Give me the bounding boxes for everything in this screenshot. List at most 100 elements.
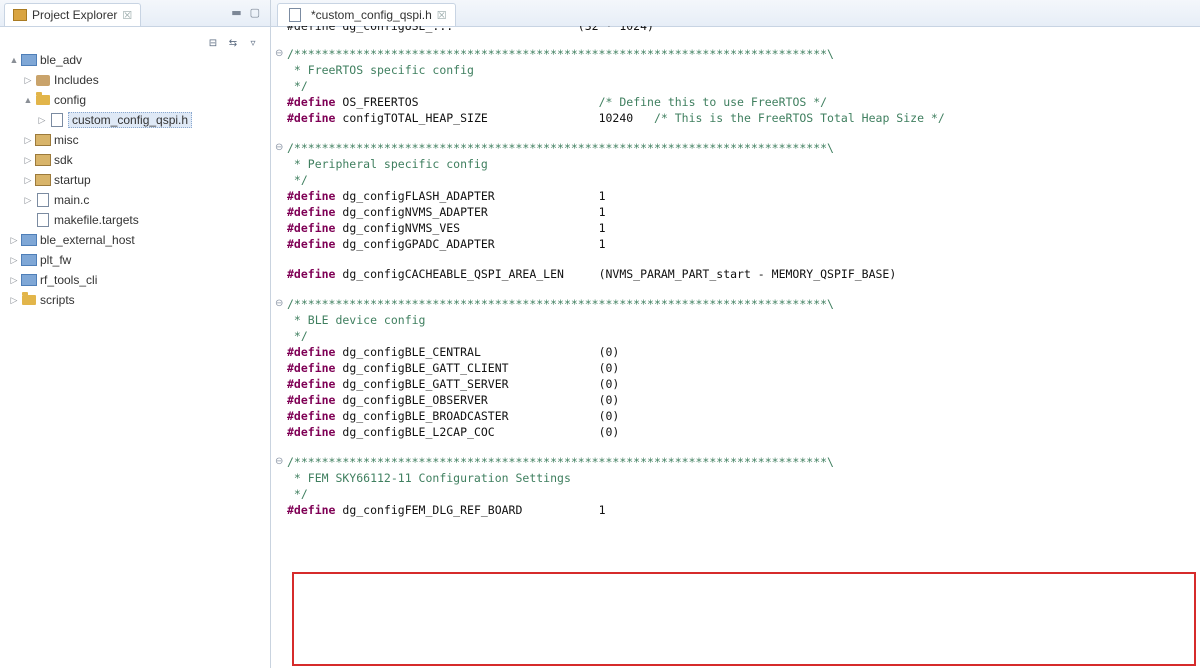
comment-token: /***************************************… [287,47,834,61]
tree-item-label: ble_adv [40,53,83,67]
code-token: dg_configBLE_L2CAP_COC (0) [335,425,620,439]
tree-item[interactable]: ▷ main.c [0,190,270,210]
fold-toggle-icon[interactable]: ⊖ [275,140,285,156]
tree-item[interactable]: ▷ plt_fw [0,250,270,270]
keyword-token: #define [287,409,336,423]
proj-icon [21,273,37,287]
code-token: dg_configNVMS_VES 1 [335,221,606,235]
tree-item-label: custom_config_qspi.h [68,112,193,128]
keyword-token: #define [287,237,336,251]
tab-label: *custom_config_qspi.h [311,8,432,22]
fold-toggle-icon[interactable]: ⊖ [275,454,285,470]
comment-token: /* Define this to use FreeRTOS */ [598,95,828,109]
code-line: #define dg_configNVMS_VES 1 [287,220,606,236]
tree-item[interactable]: ▲ ble_adv [0,50,270,70]
file-icon [49,113,65,127]
comment-token: */ [287,329,308,343]
proj-icon [21,53,37,67]
tab-project-explorer[interactable]: Project Explorer ☒ [4,3,142,26]
tree-item[interactable]: ▷ ble_external_host [0,230,270,250]
tree-item[interactable]: ▷ Includes [0,70,270,90]
code-line: #define OS_FREERTOS /* Define this to us… [287,94,827,110]
close-icon[interactable]: ☒ [437,9,447,22]
code-line: #define dg_configFEM_DLG_REF_BOARD 1 [287,502,606,518]
tree-item[interactable]: ▷ misc [0,130,270,150]
comment-token: * Peripheral specific config [287,157,488,171]
editor-tab-bar: *custom_config_qspi.h ☒ [271,0,1200,27]
code-line: #define dg_configNVMS_ADAPTER 1 [287,204,606,220]
project-explorer-panel: Project Explorer ☒ ▬ ▢ ⊟ ⇆ ▿ ▲ ble_adv ▷ In… [0,0,271,668]
tree-item[interactable]: makefile.targets [0,210,270,230]
keyword-token: #define [287,345,336,359]
expanded-twisty-icon[interactable]: ▲ [8,55,20,65]
collapsed-twisty-icon[interactable]: ▷ [8,295,20,306]
tree-item[interactable]: ▷ sdk [0,150,270,170]
keyword-token: #define [287,393,336,407]
tree-item[interactable]: ▷ custom_config_qspi.h [0,110,270,130]
tree-item[interactable]: ▷ rf_tools_cli [0,270,270,290]
code-token: configTOTAL_HEAP_SIZE 10240 [335,111,654,125]
collapse-all-icon[interactable]: ⊟ [206,36,220,50]
tree-item-label: main.c [54,193,90,207]
comment-token: * BLE device config [287,313,426,327]
close-icon[interactable]: ☒ [122,9,132,22]
comment-token: /***************************************… [287,297,834,311]
collapsed-twisty-icon[interactable]: ▷ [8,255,20,266]
tree-item-label: config [54,93,87,107]
code-token: #define dg_configUSE_... (32 * 1024) [287,26,654,33]
comment-token: * FEM SKY66112-11 Configuration Settings [287,471,571,485]
code-line: /***************************************… [287,46,834,62]
code-line: /***************************************… [287,140,834,156]
expanded-twisty-icon[interactable]: ▲ [22,95,34,105]
code-token: dg_configCACHEABLE_QSPI_AREA_LEN (NVMS_P… [335,267,897,281]
code-line: #define dg_configBLE_L2CAP_COC (0) [287,424,619,440]
tree-item-label: ble_external_host [40,233,135,247]
link-with-editor-icon[interactable]: ⇆ [226,36,240,50]
collapsed-twisty-icon[interactable]: ▷ [8,235,20,246]
maximize-icon[interactable]: ▢ [250,6,260,19]
tree-item[interactable]: ▷ startup [0,170,270,190]
collapsed-twisty-icon[interactable]: ▷ [36,115,48,126]
comment-token: * FreeRTOS specific config [287,63,474,77]
fold-toggle-icon[interactable]: ⊖ [275,46,285,62]
view-menu-icon[interactable]: ▿ [246,36,260,50]
keyword-token: #define [287,205,336,219]
tree-item-label: plt_fw [40,253,72,267]
collapsed-twisty-icon[interactable]: ▷ [22,195,34,206]
collapsed-twisty-icon[interactable]: ▷ [22,175,34,186]
tree-item[interactable]: ▷ scripts [0,290,270,310]
tab-custom-config-qspi[interactable]: *custom_config_qspi.h ☒ [277,3,456,26]
code-token: dg_configFEM_DLG_REF_BOARD 1 [335,503,606,517]
folder-icon [35,92,51,107]
code-line: */ [287,78,308,94]
code-line: #define configTOTAL_HEAP_SIZE 10240 /* T… [287,110,945,126]
comment-token: /***************************************… [287,141,834,155]
collapsed-twisty-icon[interactable]: ▷ [22,75,34,86]
project-tree: ▲ ble_adv ▷ Includes ▲ config ▷ custom_config_q… [0,50,270,310]
code-line: #define dg_configGPADC_ADAPTER 1 [287,236,606,252]
collapsed-twisty-icon[interactable]: ▷ [22,135,34,146]
proj-icon [21,233,37,247]
file-icon [35,213,51,227]
code-line: */ [287,328,308,344]
code-line: #define dg_configBLE_OBSERVER (0) [287,392,619,408]
tree-item[interactable]: ▲ config [0,90,270,110]
comment-token: */ [287,487,308,501]
header-file-icon [287,8,303,22]
fold-toggle-icon[interactable]: ⊖ [275,296,285,312]
code-token: dg_configNVMS_ADAPTER 1 [335,205,606,219]
code-line: #define dg_configBLE_BROADCASTER (0) [287,408,619,424]
collapsed-twisty-icon[interactable]: ▷ [8,275,20,286]
code-line: * FreeRTOS specific config [287,62,474,78]
code-line: * BLE device config [287,312,426,328]
code-token: dg_configBLE_BROADCASTER (0) [335,409,620,423]
minimize-icon[interactable]: ▬ [231,6,241,19]
explorer-toolbar: ⊟ ⇆ ▿ [206,36,260,50]
keyword-token: #define [287,503,336,517]
code-line: #define dg_configBLE_CENTRAL (0) [287,344,619,360]
tree-item-label: rf_tools_cli [40,273,98,287]
code-line: * Peripheral specific config [287,156,488,172]
keyword-token: #define [287,221,336,235]
code-token: OS_FREERTOS [335,95,599,109]
collapsed-twisty-icon[interactable]: ▷ [22,155,34,166]
